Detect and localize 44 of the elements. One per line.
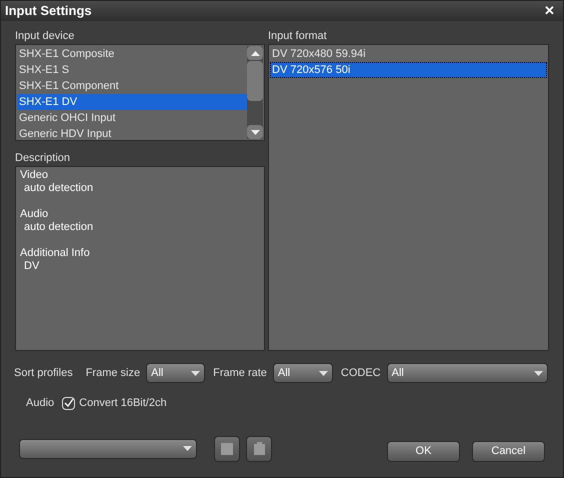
list-item[interactable]: SHX-E1 Component <box>17 78 247 94</box>
caret-icon <box>183 446 192 451</box>
checkbox[interactable] <box>62 396 76 410</box>
caret-icon <box>318 370 328 376</box>
audio-label: Audio <box>26 396 54 411</box>
filter-label: CODEC <box>340 366 381 381</box>
up-arrow-icon <box>250 50 260 56</box>
list-item[interactable]: SHX-E1 S <box>17 62 247 78</box>
window-title: Input Settings <box>5 2 92 20</box>
check-icon <box>63 398 74 409</box>
profile-dropdown[interactable] <box>19 438 197 458</box>
list-item[interactable]: SHX-E1 Composite <box>17 46 247 62</box>
section-label: Input device <box>15 29 76 43</box>
caret-icon <box>534 370 543 376</box>
cancel-button[interactable]: Cancel <box>472 440 545 462</box>
list-item[interactable]: Generic OHCI Input <box>17 110 247 126</box>
description-value: auto detection <box>23 182 94 195</box>
sort-label: Sort profiles <box>14 366 73 381</box>
dropdown[interactable]: All <box>386 363 548 383</box>
dropdown[interactable]: All <box>146 363 206 383</box>
ok-button[interactable]: OK <box>387 440 460 462</box>
scrollbar[interactable] <box>247 46 263 139</box>
caret-icon <box>191 370 200 376</box>
close-button[interactable]: ✕ <box>540 1 559 21</box>
list-item[interactable]: SHX-E1 DV <box>17 94 247 110</box>
description-heading: Audio <box>20 208 50 221</box>
list-item[interactable]: DV 720x480 59.94i <box>270 46 547 62</box>
filter-label: Frame rate <box>213 366 267 381</box>
down-arrow-icon <box>250 130 260 134</box>
clipboard-icon <box>254 442 264 455</box>
description-heading: Additional Info <box>20 247 91 260</box>
list-item[interactable]: Generic HDV Input <box>17 126 247 142</box>
description-value: auto detection <box>23 221 94 234</box>
section-label: Input format <box>268 29 328 43</box>
delete-button[interactable] <box>246 436 272 462</box>
description-value: DV <box>23 260 40 273</box>
dropdown[interactable]: All <box>272 363 333 383</box>
filter-label: Frame size <box>86 366 140 381</box>
section-label: Description <box>15 151 72 165</box>
square-icon <box>221 442 233 454</box>
save-button[interactable] <box>214 436 240 462</box>
description-heading: Video <box>20 169 49 182</box>
convert-checkbox[interactable]: Convert 16Bit/2ch <box>62 395 167 412</box>
list-item[interactable]: DV 720x576 50i <box>270 62 547 78</box>
